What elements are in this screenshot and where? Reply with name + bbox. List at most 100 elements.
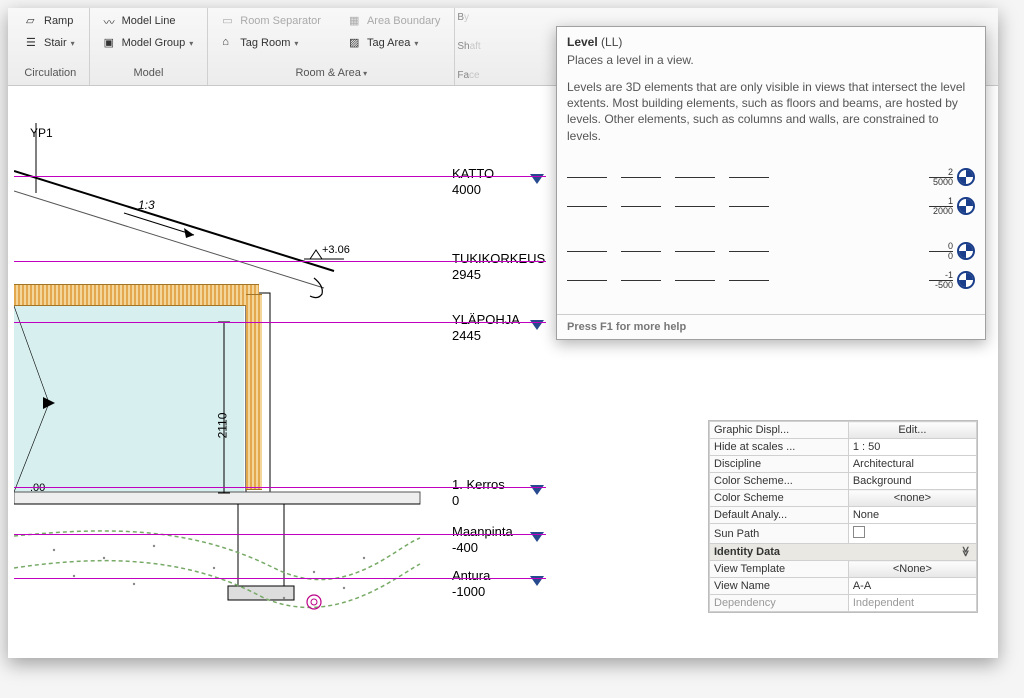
stair-button[interactable]: ☰ Stair: [20, 34, 81, 52]
level-line[interactable]: [14, 578, 424, 579]
room-separator-label: Room Separator: [240, 15, 321, 27]
panel-label-model: Model: [133, 65, 163, 83]
property-value[interactable]: Edit...: [848, 422, 976, 439]
tag-room-button[interactable]: ⌂ Tag Room: [216, 34, 327, 52]
level-name: 1. Kerros: [452, 477, 505, 493]
level-tooltip: Level (LL) Places a level in a view. Lev…: [556, 26, 986, 340]
level-head-icon: [957, 197, 975, 215]
property-row[interactable]: View NameA-A: [710, 578, 977, 595]
property-label: Color Scheme...: [710, 473, 849, 490]
level-tag[interactable]: Antura-1000: [452, 568, 490, 601]
level-tag[interactable]: YLÄPOHJA2445: [452, 312, 520, 345]
level-line[interactable]: [14, 176, 424, 177]
tooltip-title: Level (LL): [557, 27, 985, 51]
tag-area-button[interactable]: ▨ Tag Area: [343, 34, 446, 52]
tooltip-level-row: 12000: [567, 197, 975, 216]
area-boundary-icon: ▦: [349, 14, 363, 28]
level-line[interactable]: [14, 487, 424, 488]
property-value[interactable]: 1 : 50: [848, 439, 976, 456]
tooltip-level-label: 00: [929, 242, 953, 261]
property-value[interactable]: <none>: [848, 490, 976, 507]
area-boundary-button[interactable]: ▦ Area Boundary: [343, 12, 446, 30]
tag-area-label: Tag Area: [367, 37, 410, 49]
ramp-button[interactable]: ▱ Ramp: [20, 12, 81, 30]
area-boundary-label: Area Boundary: [367, 15, 440, 27]
level-elevation: -400: [452, 540, 513, 556]
property-value[interactable]: [848, 524, 976, 544]
property-value[interactable]: A-A: [848, 578, 976, 595]
level-tag[interactable]: Maanpinta-400: [452, 524, 513, 557]
level-head-icon: [957, 271, 975, 289]
property-label: Discipline: [710, 456, 849, 473]
tooltip-level-label: -1-500: [929, 271, 953, 290]
level-line[interactable]: [14, 534, 424, 535]
tooltip-footer: Press F1 for more help: [557, 314, 985, 339]
section-header-identity[interactable]: Identity Data: [710, 544, 977, 561]
tooltip-level-label: 12000: [929, 197, 953, 216]
level-tag[interactable]: TUKIKORKEUS2945: [452, 251, 545, 284]
property-row[interactable]: Hide at scales ...1 : 50: [710, 439, 977, 456]
level-elevation: 4000: [452, 182, 494, 198]
property-label: Color Scheme: [710, 490, 849, 507]
property-row[interactable]: DisciplineArchitectural: [710, 456, 977, 473]
level-elevation: 2445: [452, 328, 520, 344]
annotation-slope: 1:3: [138, 198, 155, 213]
insulation-hatch-roof: [14, 284, 259, 306]
panel-room-area: ▭ Room Separator ⌂ Tag Room ▦ Area Bound…: [208, 8, 455, 85]
property-row[interactable]: Color Scheme<none>: [710, 490, 977, 507]
properties-table: Graphic Displ...Edit...Hide at scales ..…: [709, 421, 977, 612]
level-tag[interactable]: KATTO4000: [452, 166, 494, 199]
room-separator-icon: ▭: [222, 14, 236, 28]
room-separator-button[interactable]: ▭ Room Separator: [216, 12, 327, 30]
level-name: Antura: [452, 568, 490, 584]
property-row[interactable]: Graphic Displ...Edit...: [710, 422, 977, 439]
stair-label: Stair: [44, 37, 67, 49]
property-label: Dependency: [710, 595, 849, 612]
properties-panel: Graphic Displ...Edit...Hide at scales ..…: [708, 420, 978, 613]
model-line-icon: 〰: [104, 14, 118, 28]
property-row[interactable]: Sun Path: [710, 524, 977, 544]
face-label: Face: [457, 70, 479, 81]
panel-label-room-area[interactable]: Room & Area: [295, 65, 367, 83]
level-name: YLÄPOHJA: [452, 312, 520, 328]
property-value[interactable]: <None>: [848, 561, 976, 578]
model-group-button[interactable]: ▣ Model Group: [98, 34, 200, 52]
tooltip-level-label: 25000: [929, 168, 953, 187]
property-label: Sun Path: [710, 524, 849, 544]
property-value[interactable]: Independent: [848, 595, 976, 612]
level-elevation: 2945: [452, 267, 545, 283]
tooltip-level-row: 00: [567, 242, 975, 261]
level-name: TUKIKORKEUS: [452, 251, 545, 267]
by-label: By: [457, 12, 469, 23]
property-row[interactable]: View Template<None>: [710, 561, 977, 578]
property-row[interactable]: Default Analy...None: [710, 507, 977, 524]
property-row[interactable]: Color Scheme...Background: [710, 473, 977, 490]
tag-room-icon: ⌂: [222, 36, 236, 50]
property-value[interactable]: Background: [848, 473, 976, 490]
level-tag[interactable]: 1. Kerros0: [452, 477, 505, 510]
property-value[interactable]: Architectural: [848, 456, 976, 473]
tag-area-icon: ▨: [349, 36, 363, 50]
ramp-label: Ramp: [44, 15, 73, 27]
model-line-button[interactable]: 〰 Model Line: [98, 12, 200, 30]
panel-model: 〰 Model Line ▣ Model Group Model: [90, 8, 209, 85]
annotation-yp1: YP1: [30, 126, 53, 141]
level-line[interactable]: [14, 261, 424, 262]
property-row[interactable]: DependencyIndependent: [710, 595, 977, 612]
tooltip-description: Levels are 3D elements that are only vis…: [557, 75, 985, 154]
level-name: Maanpinta: [452, 524, 513, 540]
annotation-spot-elev: +3.06: [322, 244, 350, 258]
annotation-dim-2110: 2110: [215, 413, 230, 439]
level-name: KATTO: [452, 166, 494, 182]
level-line[interactable]: [14, 322, 424, 323]
property-value[interactable]: None: [848, 507, 976, 524]
model-group-icon: ▣: [104, 36, 118, 50]
panel-label-circulation: Circulation: [24, 65, 76, 83]
shaft-label: Shaft: [457, 41, 480, 52]
checkbox[interactable]: [853, 526, 865, 538]
model-group-label: Model Group: [122, 37, 186, 49]
ramp-icon: ▱: [26, 14, 40, 28]
tag-room-label: Tag Room: [240, 37, 290, 49]
insulation-hatch-wall: [246, 294, 262, 490]
tooltip-subtitle: Places a level in a view.: [557, 51, 985, 75]
